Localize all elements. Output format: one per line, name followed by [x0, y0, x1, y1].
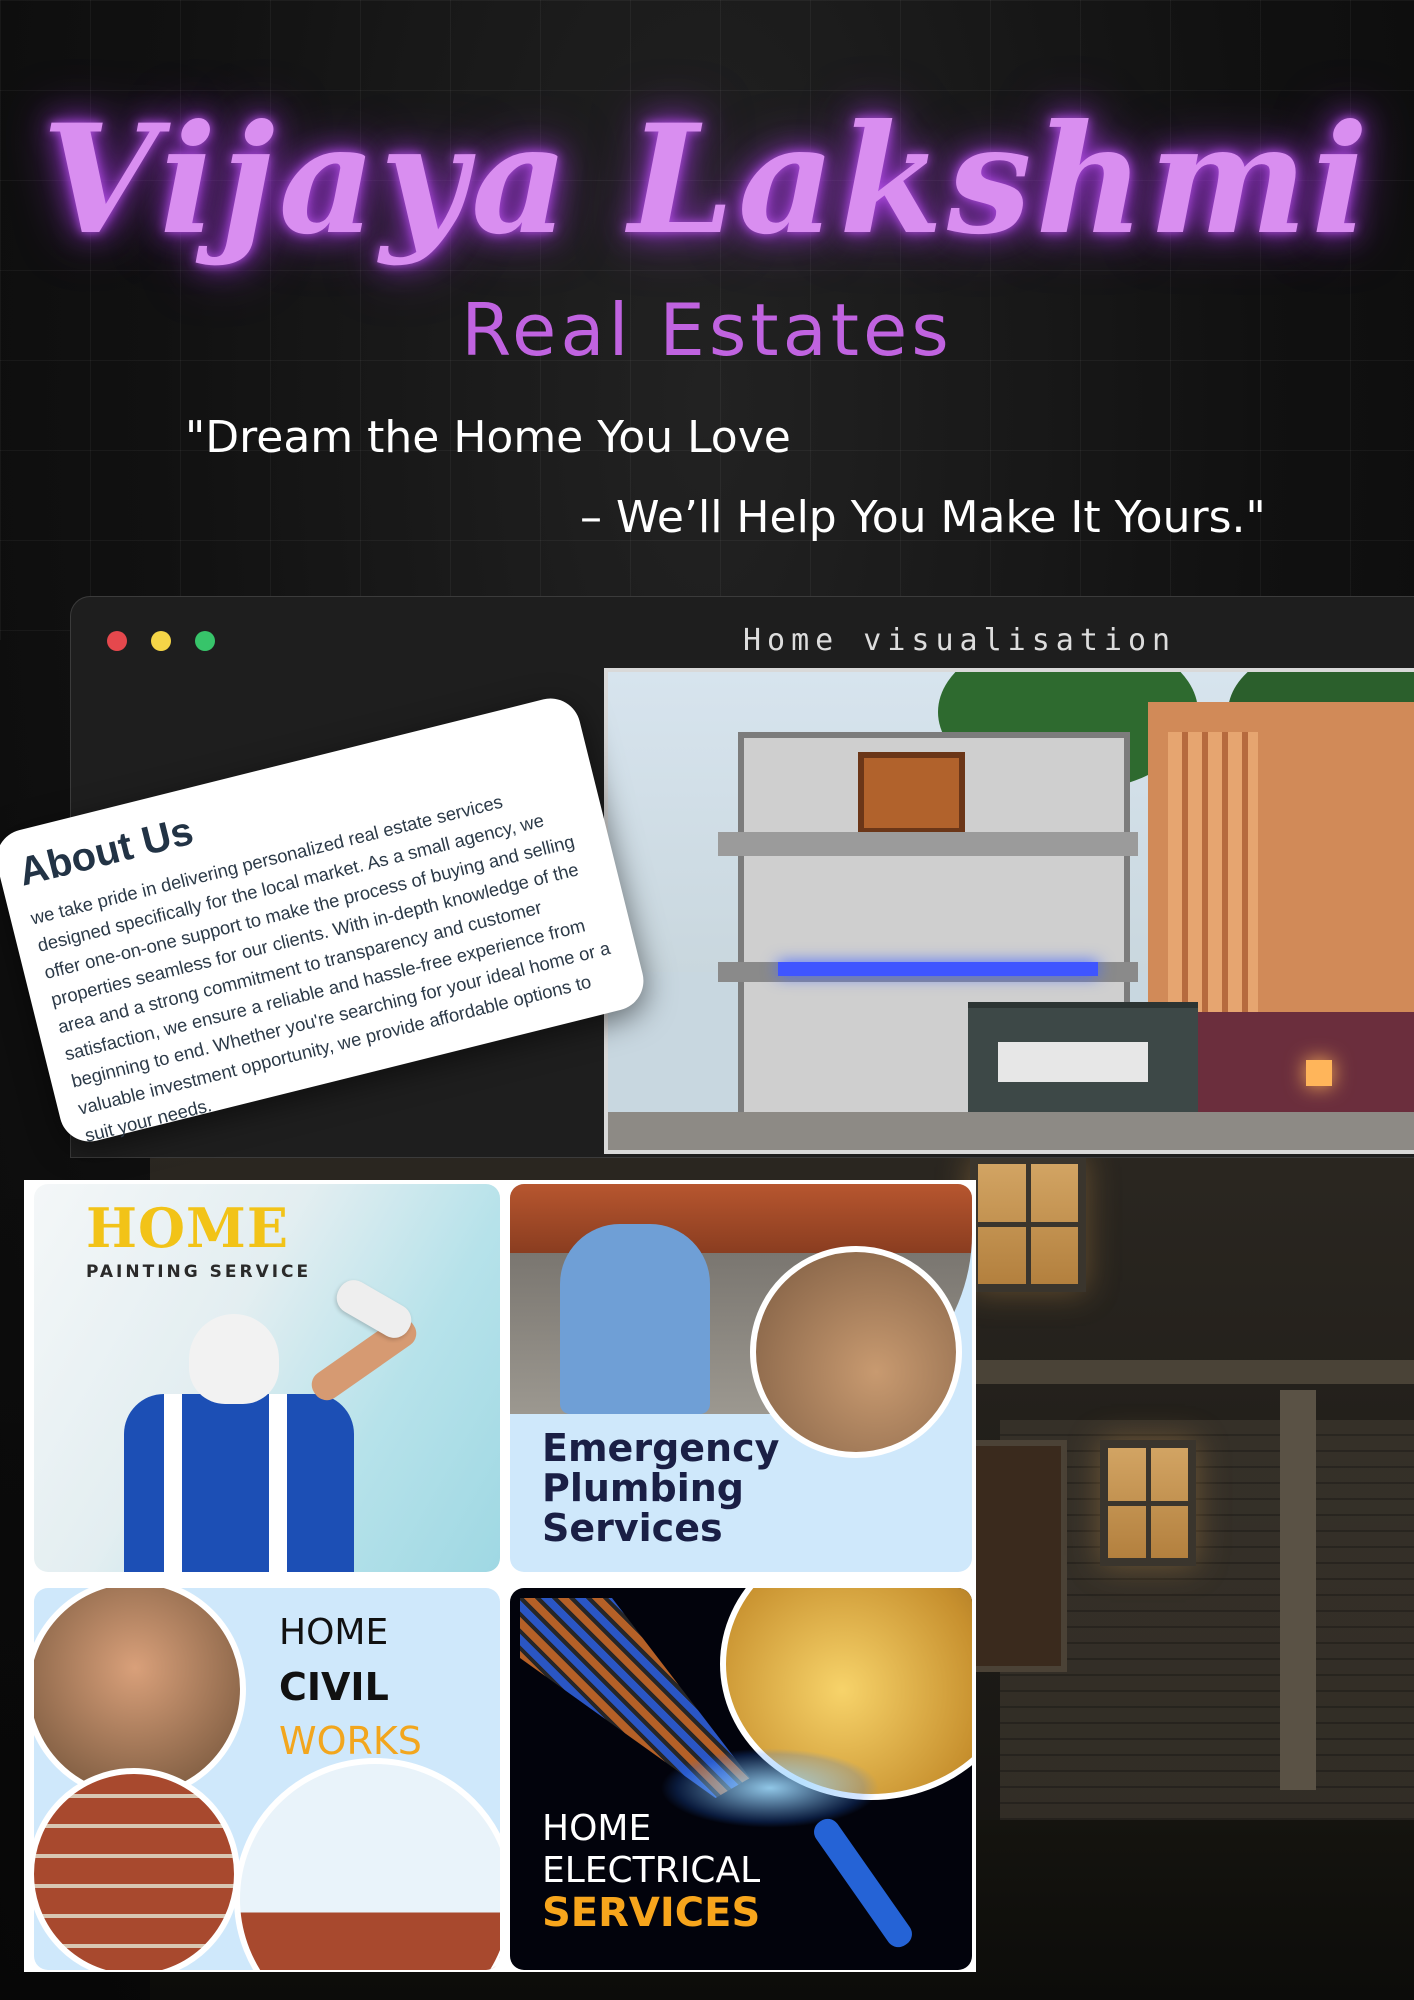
house-window-lower — [1100, 1440, 1196, 1566]
tagline-line-1: "Dream the Home You Love — [185, 412, 791, 463]
window-title: Home visualisation — [743, 623, 1177, 658]
civil-line-1: HOME — [279, 1612, 389, 1653]
electrical-label: HOME ELECTRICAL SERVICES — [542, 1808, 760, 1934]
house-pillar — [1280, 1390, 1316, 1790]
plumbing-line-2: Plumbing — [542, 1466, 745, 1510]
electrical-service-tile: HOME ELECTRICAL SERVICES — [510, 1588, 972, 1970]
photo-balcony — [718, 832, 1138, 856]
plumbing-circle-photo — [750, 1246, 962, 1458]
painter-figure — [124, 1394, 354, 1572]
photo-blue-light — [778, 962, 1098, 976]
painting-service-tile: HOME PAINTING SERVICE — [34, 1184, 500, 1572]
pliers-icon — [809, 1814, 917, 1952]
brand-title: Vijaya Lakshmi — [41, 92, 1373, 268]
plumbing-line-3: Services — [542, 1506, 723, 1550]
brand-subtitle: Real Estates — [461, 288, 953, 372]
plumbing-line-1: Emergency — [542, 1426, 780, 1470]
plumber-figure — [560, 1224, 710, 1414]
plumbing-label: Emergency Plumbing Services — [542, 1428, 779, 1548]
painter-helmet — [189, 1314, 279, 1404]
house-window-upper — [970, 1156, 1086, 1292]
home-visualisation-photo — [604, 668, 1414, 1154]
photo-window — [858, 752, 965, 834]
painting-subtitle: PAINTING SERVICE — [86, 1262, 312, 1282]
poster: Vijaya Lakshmi Real Estates "Dream the H… — [0, 0, 1414, 2000]
photo-wall-lamp — [1306, 1060, 1332, 1086]
electrical-line-2: ELECTRICAL — [542, 1850, 761, 1891]
tagline-line-2: – We’ll Help You Make It Yours." — [580, 492, 1266, 543]
electrical-line-1: HOME — [542, 1808, 652, 1849]
painter-strap-right — [269, 1394, 287, 1572]
house-porch-roof — [950, 1360, 1414, 1384]
window-maximize-dot[interactable] — [195, 631, 215, 651]
painting-title: HOME — [86, 1196, 289, 1260]
services-grid: HOME PAINTING SERVICE Emergency Plumbing… — [24, 1180, 976, 1972]
house-door — [965, 1440, 1067, 1672]
window-close-dot[interactable] — [107, 631, 127, 651]
civil-line-3: WORKS — [279, 1719, 422, 1763]
photo-ground — [608, 1112, 1414, 1150]
civil-line-2: CIVIL — [279, 1665, 389, 1709]
window-minimize-dot[interactable] — [151, 631, 171, 651]
painter-strap-left — [164, 1394, 182, 1572]
plumbing-service-tile: Emergency Plumbing Services — [510, 1184, 972, 1572]
civil-works-tile: HOME CIVIL WORKS — [34, 1588, 500, 1970]
civil-works-label: HOME CIVIL WORKS — [279, 1606, 422, 1768]
bricks-circle-photo — [34, 1768, 240, 1970]
electrical-line-3: SERVICES — [542, 1890, 761, 1936]
photo-gate-plate — [998, 1042, 1148, 1082]
bricklayer-circle-photo — [234, 1758, 500, 1970]
